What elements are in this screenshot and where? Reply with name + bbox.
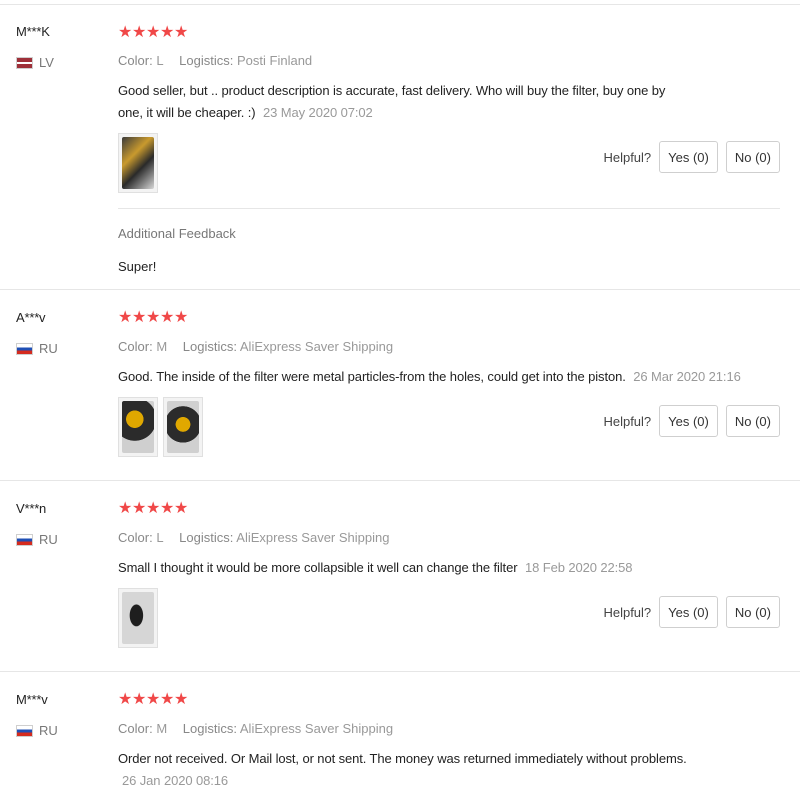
helpful-no-button[interactable]: No (0) [725, 405, 780, 437]
helpful-vote: Helpful? Yes (0) No (0) [603, 405, 780, 437]
star-rating: ★ ★ ★ ★ ★ [118, 309, 189, 326]
review-date: 23 May 2020 07:02 [263, 105, 373, 120]
star-icon: ★ [160, 500, 175, 517]
star-rating: ★ ★ ★ ★ ★ [118, 691, 189, 708]
color-label: Color: [118, 53, 153, 68]
logistics-label: Logistics: [182, 339, 237, 354]
additional-feedback-text: Super! [118, 259, 157, 274]
review-photo[interactable] [118, 133, 158, 193]
russia-flag-icon [16, 724, 33, 737]
review-text: Good seller, but .. product description … [118, 80, 688, 124]
helpful-no-button[interactable]: No (0) [725, 596, 780, 628]
star-icon: ★ [132, 500, 147, 517]
star-icon: ★ [146, 309, 161, 326]
country-code: RU [39, 341, 58, 356]
review-meta: Color: L Logistics: AliExpress Saver Shi… [118, 530, 401, 545]
color-label: Color: [118, 339, 153, 354]
star-rating: ★ ★ ★ ★ ★ [118, 500, 189, 517]
star-icon: ★ [174, 691, 189, 708]
reviewer-country: RU [16, 723, 58, 738]
review-meta: Color: M Logistics: AliExpress Saver Shi… [118, 339, 405, 354]
reviewer-country: RU [16, 532, 58, 547]
logistics-value: Posti Finland [237, 53, 313, 68]
star-icon: ★ [132, 24, 147, 41]
russia-flag-icon [16, 533, 33, 546]
reviewer-country: RU [16, 341, 58, 356]
star-icon: ★ [118, 309, 133, 326]
review-date: 26 Jan 2020 08:16 [122, 773, 229, 788]
star-icon: ★ [118, 24, 133, 41]
star-icon: ★ [160, 309, 175, 326]
latvia-flag-icon [16, 56, 33, 69]
review-divider [0, 480, 800, 481]
star-icon: ★ [174, 500, 189, 517]
star-icon: ★ [118, 500, 133, 517]
star-icon: ★ [118, 691, 133, 708]
reviewer-country: LV [16, 55, 54, 70]
star-icon: ★ [160, 24, 175, 41]
review-photo[interactable] [118, 397, 158, 457]
helpful-vote: Helpful? Yes (0) No (0) [603, 141, 780, 173]
reviewer-name: A***v [16, 310, 46, 325]
star-icon: ★ [174, 24, 189, 41]
review-date: 18 Feb 2020 22:58 [524, 560, 633, 575]
star-rating: ★ ★ ★ ★ ★ [118, 24, 189, 41]
review-body: Order not received. Or Mail lost, or not… [118, 751, 687, 766]
color-value: M [156, 339, 168, 354]
star-icon: ★ [132, 309, 147, 326]
star-icon: ★ [146, 691, 161, 708]
color-value: M [156, 721, 168, 736]
review-meta: Color: L Logistics: Posti Finland [118, 53, 324, 68]
logistics-value: AliExpress Saver Shipping [239, 721, 394, 736]
reviewer-name: M***v [16, 692, 48, 707]
logistics-value: AliExpress Saver Shipping [239, 339, 394, 354]
review-divider [0, 289, 800, 290]
review-body: Good seller, but .. product description … [118, 83, 666, 120]
star-icon: ★ [132, 691, 147, 708]
logistics-label: Logistics: [179, 53, 234, 68]
color-value: L [156, 530, 164, 545]
logistics-label: Logistics: [179, 530, 234, 545]
additional-feedback-title: Additional Feedback [118, 226, 236, 241]
country-code: RU [39, 723, 58, 738]
review-meta: Color: M Logistics: AliExpress Saver Shi… [118, 721, 405, 736]
helpful-no-button[interactable]: No (0) [725, 141, 780, 173]
review-date: 26 Mar 2020 21:16 [633, 369, 741, 384]
helpful-vote: Helpful? Yes (0) No (0) [603, 596, 780, 628]
review-divider [0, 671, 800, 672]
helpful-label: Helpful? [603, 149, 652, 165]
review-text: Order not received. Or Mail lost, or not… [118, 748, 698, 792]
review-photo[interactable] [163, 397, 203, 457]
color-label: Color: [118, 530, 153, 545]
country-code: LV [39, 55, 54, 70]
star-icon: ★ [146, 500, 161, 517]
review-photo[interactable] [118, 588, 158, 648]
country-code: RU [39, 532, 58, 547]
logistics-label: Logistics: [182, 721, 237, 736]
helpful-label: Helpful? [603, 413, 652, 429]
additional-feedback-divider [118, 208, 780, 209]
top-divider [0, 4, 800, 5]
reviewer-name: M***K [16, 24, 50, 39]
helpful-yes-button[interactable]: Yes (0) [659, 405, 718, 437]
review-text: Small I thought it would be more collaps… [118, 557, 758, 579]
star-icon: ★ [160, 691, 175, 708]
helpful-yes-button[interactable]: Yes (0) [659, 596, 718, 628]
star-icon: ★ [174, 309, 189, 326]
review-text: Good. The inside of the filter were meta… [118, 366, 758, 388]
review-body: Good. The inside of the filter were meta… [118, 369, 626, 384]
helpful-label: Helpful? [603, 604, 652, 620]
reviewer-name: V***n [16, 501, 47, 516]
helpful-yes-button[interactable]: Yes (0) [659, 141, 718, 173]
color-value: L [156, 53, 164, 68]
color-label: Color: [118, 721, 153, 736]
logistics-value: AliExpress Saver Shipping [236, 530, 390, 545]
russia-flag-icon [16, 342, 33, 355]
star-icon: ★ [146, 24, 161, 41]
review-body: Small I thought it would be more collaps… [118, 560, 518, 575]
